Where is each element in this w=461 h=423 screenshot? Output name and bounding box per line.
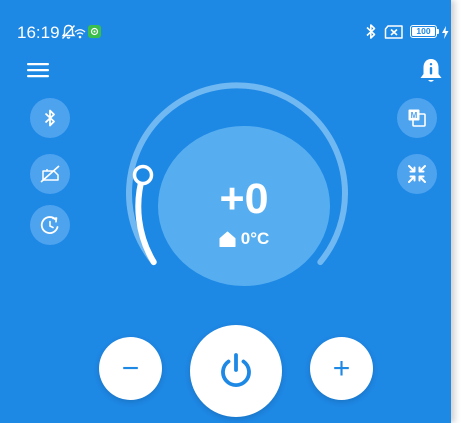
room-temperature: 0°C bbox=[158, 229, 330, 249]
increase-label: + bbox=[332, 351, 351, 385]
increase-button[interactable]: + bbox=[310, 337, 373, 400]
setpoint-value: +0 bbox=[219, 175, 269, 223]
app-screen: 16:19 100 M +0 0°C − + bbox=[0, 0, 451, 423]
room-temperature-value: 0°C bbox=[240, 229, 270, 248]
dial-progress bbox=[135, 172, 157, 266]
home-icon bbox=[219, 231, 236, 247]
decrease-label: − bbox=[121, 351, 140, 385]
power-button[interactable] bbox=[190, 325, 282, 417]
power-icon bbox=[221, 353, 251, 388]
dial-knob[interactable] bbox=[132, 164, 154, 186]
decrease-button[interactable]: − bbox=[99, 337, 162, 400]
